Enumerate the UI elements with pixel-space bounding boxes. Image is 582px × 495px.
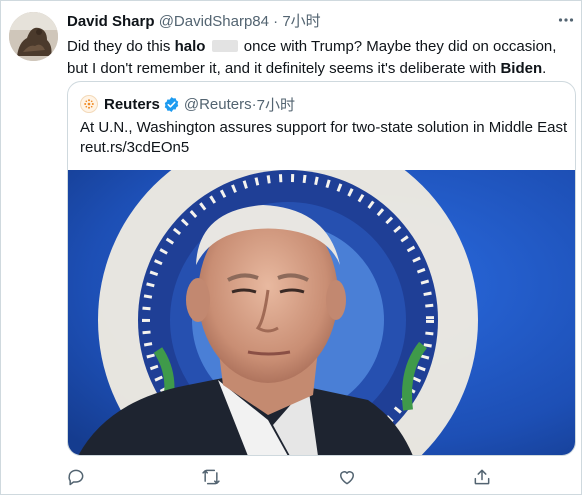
- tweet-actions: [1, 461, 582, 491]
- quoted-media-image[interactable]: [68, 170, 575, 455]
- tweet-text-bold: Biden: [500, 60, 543, 77]
- tweet-header: David Sharp @DavidSharp84 · 7小时: [67, 13, 321, 31]
- reply-icon[interactable]: [64, 465, 88, 489]
- avatar-image: [9, 12, 58, 61]
- verified-badge-icon: [163, 96, 180, 113]
- avatar[interactable]: [9, 12, 58, 61]
- tweet-text-part: Did they do this: [67, 38, 175, 55]
- tweet-text-bold: halo: [174, 38, 206, 55]
- meta-separator: ·: [269, 13, 283, 30]
- quoted-author-name[interactable]: Reuters: [104, 96, 160, 113]
- blurred-emoji: [211, 40, 238, 52]
- tweet-text: Did they do this halo once with Trump? M…: [67, 36, 577, 80]
- more-options-icon[interactable]: [552, 7, 580, 33]
- tweet-text-part: .: [542, 60, 547, 77]
- quoted-tweet-card[interactable]: Reuters @Reuters · 7小时 At U.N., Washingt…: [67, 81, 576, 456]
- like-icon[interactable]: [335, 465, 359, 489]
- quoted-time[interactable]: 7小时: [257, 94, 295, 115]
- quoted-text: At U.N., Washington assures support for …: [80, 119, 568, 136]
- news-photo: [68, 170, 575, 455]
- quoted-link[interactable]: reut.rs/3cdEOn5: [80, 138, 189, 158]
- share-icon[interactable]: [470, 465, 494, 489]
- reuters-logo-icon: [80, 95, 98, 113]
- retweet-icon[interactable]: [199, 465, 223, 489]
- tweet-container: David Sharp @DavidSharp84 · 7小时 Did they…: [0, 0, 582, 495]
- tweet-time[interactable]: 7小时: [282, 13, 320, 30]
- quoted-header: Reuters @Reuters · 7小时: [80, 94, 295, 114]
- quoted-handle[interactable]: @Reuters: [184, 96, 252, 113]
- author-name[interactable]: David Sharp: [67, 13, 155, 30]
- author-handle[interactable]: @DavidSharp84: [159, 13, 269, 30]
